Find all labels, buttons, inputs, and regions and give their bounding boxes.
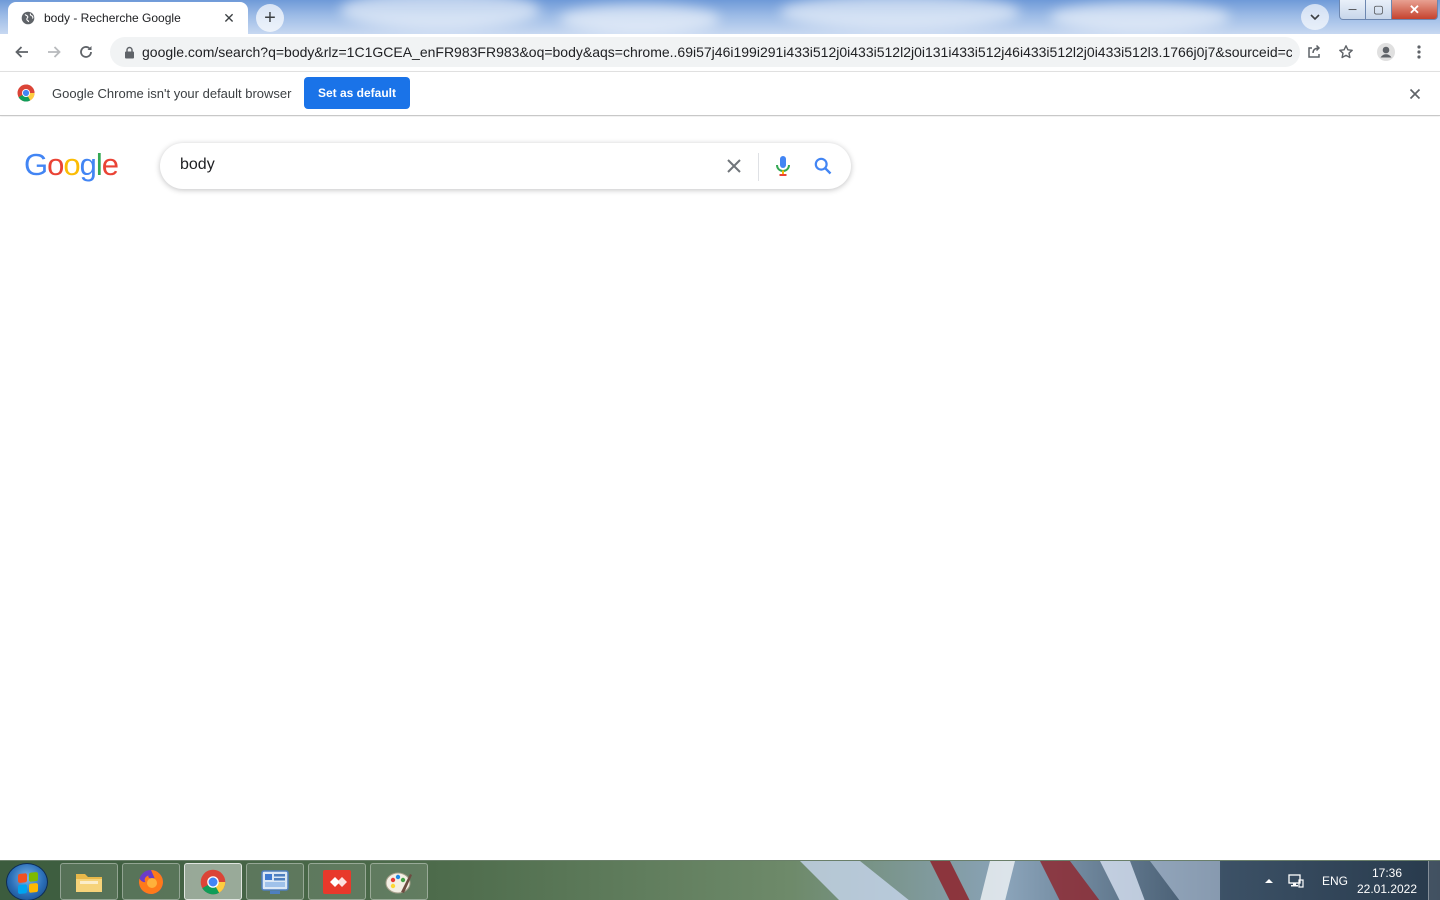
clock-time: 17:36 — [1371, 866, 1403, 880]
chrome-logo-icon — [200, 869, 226, 894]
tab-title: body - Recherche Google — [44, 11, 181, 25]
taskbar-control-panel[interactable] — [246, 863, 304, 900]
share-icon — [1308, 44, 1321, 58]
url-text: google.com/search?q=body&rlz=1C1GCEA_enF… — [142, 44, 1292, 60]
anydesk-icon — [323, 869, 351, 894]
share-button[interactable] — [1300, 38, 1328, 66]
avatar-icon — [1377, 43, 1395, 61]
search-results-page: Google body — [0, 117, 1440, 860]
reload-button[interactable] — [72, 38, 100, 66]
voice-search-button[interactable] — [771, 153, 795, 179]
taskbar-firefox[interactable] — [122, 863, 180, 900]
logo-letter: e — [101, 147, 119, 182]
paint-icon — [385, 872, 412, 893]
reload-icon — [80, 46, 92, 58]
firefox-icon — [138, 869, 163, 894]
close-icon — [1409, 88, 1421, 100]
search-input[interactable]: body — [180, 156, 215, 174]
minimize-button[interactable]: ─ — [1339, 0, 1366, 20]
show-desktop-button[interactable] — [1428, 861, 1440, 900]
default-browser-infobar: Google Chrome isn't your default browser… — [0, 71, 1440, 116]
google-logo[interactable]: Google — [24, 147, 119, 183]
profile-button[interactable] — [1372, 38, 1400, 66]
windows-logo-icon — [18, 871, 38, 895]
window-controls: ─ ▢ ✕ — [1339, 0, 1438, 20]
folder-icon — [76, 873, 102, 892]
search-submit-button[interactable] — [810, 153, 836, 179]
language-indicator[interactable]: ENG — [1322, 874, 1348, 888]
control-panel-icon — [261, 869, 289, 894]
back-button[interactable] — [8, 38, 36, 66]
more-vert-icon — [1417, 45, 1421, 59]
logo-letter: g — [79, 147, 97, 182]
windows-taskbar: ENG 17:36 22.01.2022 — [0, 860, 1440, 900]
bookmark-button[interactable] — [1332, 38, 1360, 66]
clock-date: 22.01.2022 — [1356, 882, 1418, 896]
chevron-down-icon — [1310, 14, 1320, 21]
search-box[interactable]: body — [160, 143, 851, 189]
star-icon — [1339, 45, 1353, 59]
arrow-right-icon — [48, 46, 61, 58]
logo-letter: o — [63, 147, 80, 182]
browser-toolbar: google.com/search?q=body&rlz=1C1GCEA_enF… — [0, 34, 1440, 71]
taskbar-anydesk[interactable] — [308, 863, 366, 900]
new-tab-button[interactable]: + — [256, 4, 284, 32]
logo-letter: G — [24, 147, 48, 182]
search-divider — [758, 153, 759, 181]
maximize-button[interactable]: ▢ — [1366, 0, 1392, 20]
chrome-logo-icon — [17, 84, 35, 102]
tab-close-button[interactable]: ✕ — [220, 9, 238, 27]
close-icon — [727, 159, 741, 173]
forward-button[interactable] — [40, 38, 68, 66]
clear-search-button[interactable] — [722, 154, 746, 178]
window-close-button[interactable]: ✕ — [1392, 0, 1438, 20]
taskbar-file-explorer[interactable] — [60, 863, 118, 900]
search-icon — [814, 157, 832, 175]
infobar-close-button[interactable] — [1404, 83, 1426, 105]
tab-strip: body - Recherche Google ✕ + ─ ▢ ✕ — [0, 0, 1440, 34]
wallpaper-decoration — [800, 861, 1220, 900]
infobar-message: Google Chrome isn't your default browser — [52, 86, 292, 101]
tab-search-button[interactable] — [1301, 4, 1329, 30]
address-bar[interactable]: google.com/search?q=body&rlz=1C1GCEA_enF… — [110, 37, 1300, 67]
globe-icon — [20, 10, 36, 26]
network-icon[interactable] — [1288, 873, 1304, 889]
tab-active[interactable]: body - Recherche Google ✕ — [8, 2, 248, 34]
system-tray: ENG — [1264, 861, 1348, 900]
taskbar-chrome[interactable] — [184, 863, 242, 900]
arrow-left-icon — [15, 46, 28, 58]
clock[interactable]: 17:36 22.01.2022 — [1352, 865, 1422, 897]
set-as-default-button[interactable]: Set as default — [304, 77, 410, 109]
lock-icon — [122, 45, 136, 59]
start-button[interactable] — [6, 863, 48, 900]
microphone-icon — [776, 156, 790, 176]
logo-letter: o — [47, 147, 64, 182]
taskbar-paint[interactable] — [370, 863, 428, 900]
menu-button[interactable] — [1405, 38, 1433, 66]
chevron-up-icon[interactable] — [1264, 876, 1274, 886]
